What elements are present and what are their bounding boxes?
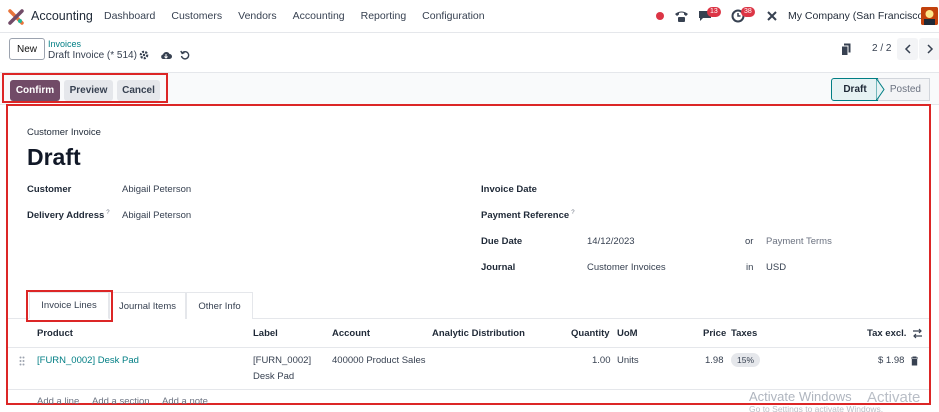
or-text: or — [745, 236, 754, 247]
invoice-title: Draft — [27, 144, 81, 170]
stage-arrow — [876, 78, 885, 101]
status-dot[interactable] — [656, 12, 664, 20]
row-product[interactable]: [FURN_0002] Desk Pad — [37, 355, 139, 366]
phone-icon[interactable] — [674, 9, 689, 23]
col-account[interactable]: Account — [332, 328, 370, 339]
control-panel: New Invoices Draft Invoice (* 514) 2 / 2 — [0, 33, 939, 73]
header-divider — [8, 347, 929, 348]
file-icon[interactable] — [841, 43, 851, 56]
row-label-line2[interactable]: Desk Pad — [253, 371, 294, 382]
menu-accounting[interactable]: Accounting — [293, 10, 345, 22]
row-quantity[interactable]: 1.00 — [592, 355, 611, 366]
breadcrumb-current: Draft Invoice (* 514) — [48, 50, 137, 61]
journal-label: Journal — [481, 262, 516, 273]
journal-field[interactable]: Customer Invoices — [587, 262, 666, 273]
customer-label: Customer — [27, 184, 72, 195]
due-date-field[interactable]: 14/12/2023 — [587, 236, 635, 247]
in-text: in — [746, 262, 754, 273]
trash-icon[interactable] — [910, 356, 919, 366]
top-navbar: Accounting Dashboard Customers Vendors A… — [0, 0, 939, 33]
accounting-app-icon[interactable] — [8, 9, 24, 25]
menu-reporting[interactable]: Reporting — [361, 10, 407, 22]
delivery-address-label: Delivery Address? — [27, 210, 110, 222]
windows-activation-hint: Go to Settings to activate Windows. — [749, 404, 884, 412]
company-switcher[interactable]: My Company (San Francisco) — [788, 10, 927, 22]
new-button[interactable]: New — [9, 38, 45, 60]
activity-badge: 38 — [741, 7, 755, 17]
gear-icon[interactable] — [139, 50, 149, 60]
column-settings-icon[interactable] — [912, 328, 923, 339]
col-tax-excl[interactable]: Tax excl. — [867, 328, 906, 339]
delivery-address-field[interactable]: Abigail Peterson — [122, 210, 191, 221]
debug-tools-icon[interactable] — [766, 10, 778, 22]
highlight-action-buttons — [2, 73, 168, 103]
app-name[interactable]: Accounting — [31, 9, 93, 23]
col-analytic[interactable]: Analytic Distribution — [432, 328, 525, 339]
tax-badge[interactable]: 15% — [731, 353, 760, 367]
help-icon[interactable]: ? — [106, 210, 109, 216]
drag-handle-icon[interactable] — [19, 356, 25, 366]
col-product[interactable]: Product — [37, 328, 73, 339]
tab-other-info[interactable]: Other Info — [186, 292, 253, 319]
user-avatar[interactable] — [921, 7, 938, 25]
tab-journal-items[interactable]: Journal Items — [109, 292, 186, 319]
add-note-link[interactable]: Add a note — [162, 396, 208, 407]
stage-draft[interactable]: Draft — [831, 78, 879, 101]
col-uom[interactable]: UoM — [617, 328, 638, 339]
col-taxes[interactable]: Taxes — [731, 328, 757, 339]
pager-next-button[interactable] — [919, 38, 939, 60]
row-account[interactable]: 400000 Product Sales — [332, 355, 425, 366]
discard-icon[interactable] — [180, 50, 190, 60]
menu-customers[interactable]: Customers — [171, 10, 222, 22]
highlight-form-sheet — [6, 104, 931, 405]
row-uom[interactable]: Units — [617, 355, 639, 366]
col-price[interactable]: Price — [703, 328, 726, 339]
due-date-label: Due Date — [481, 236, 523, 247]
pager-value[interactable]: 2 / 2 — [872, 43, 891, 54]
menu-configuration[interactable]: Configuration — [422, 10, 484, 22]
payment-reference-label: Payment Reference? — [481, 210, 575, 222]
menu-dashboard[interactable]: Dashboard — [104, 10, 155, 22]
currency-field[interactable]: USD — [766, 262, 786, 273]
document-type-label: Customer Invoice — [27, 127, 101, 138]
highlight-invoice-lines-tab — [26, 290, 113, 322]
menu-vendors[interactable]: Vendors — [238, 10, 277, 22]
main-menu: Dashboard Customers Vendors Accounting R… — [104, 10, 501, 22]
row-label-line1[interactable]: [FURN_0002] — [253, 355, 311, 366]
payment-terms-field[interactable]: Payment Terms — [766, 236, 832, 247]
row-price[interactable]: 1.98 — [705, 355, 724, 366]
col-quantity[interactable]: Quantity — [571, 328, 610, 339]
add-line-link[interactable]: Add a line — [37, 396, 79, 407]
chevron-right-icon — [926, 44, 933, 54]
row-subtotal: $ 1.98 — [878, 355, 905, 366]
customer-field[interactable]: Abigail Peterson — [122, 184, 191, 195]
chat-badge: 13 — [707, 7, 721, 17]
pager-previous-button[interactable] — [897, 38, 918, 60]
col-label[interactable]: Label — [253, 328, 278, 339]
windows-activation-watermark: Activate Windows — [749, 389, 852, 404]
chevron-left-icon — [904, 44, 911, 54]
help-icon[interactable]: ? — [571, 210, 574, 216]
add-section-link[interactable]: Add a section — [92, 396, 150, 407]
breadcrumb-invoices[interactable]: Invoices — [48, 39, 81, 49]
invoice-date-label: Invoice Date — [481, 184, 537, 195]
cloud-save-icon[interactable] — [160, 50, 172, 60]
